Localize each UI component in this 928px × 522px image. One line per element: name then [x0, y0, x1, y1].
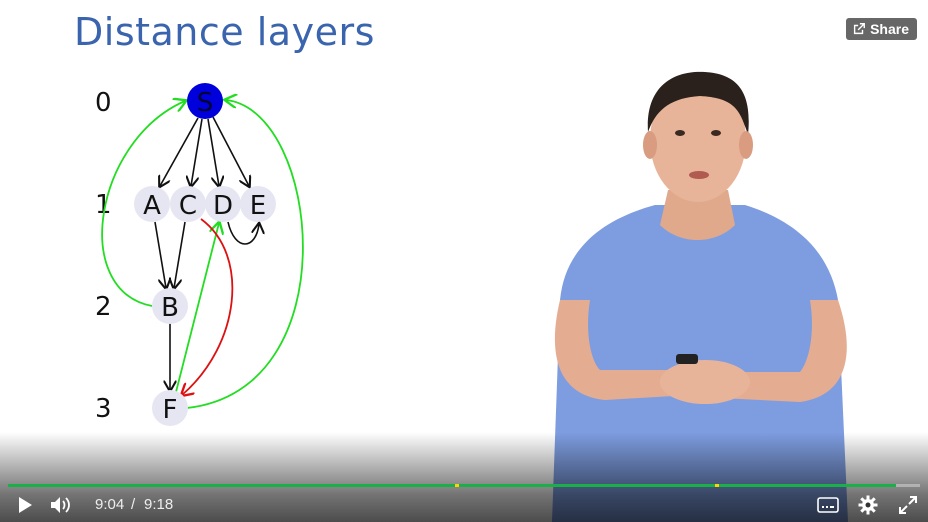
share-button[interactable]: Share: [846, 18, 917, 40]
progress-bar[interactable]: [8, 484, 920, 487]
captions-button[interactable]: [816, 494, 840, 516]
time-separator: /: [131, 496, 136, 513]
volume-button[interactable]: [48, 494, 74, 516]
fullscreen-button[interactable]: [896, 494, 920, 516]
chapter-marker: [714, 484, 719, 487]
current-time: 9:04: [95, 496, 125, 513]
external-share-icon: [854, 23, 866, 35]
progress-played: [8, 484, 897, 487]
play-icon: [19, 497, 32, 513]
video-player[interactable]: Distance layers 0 1 2 3 S A C D E B F Sh…: [0, 0, 928, 522]
controls-overlay: [0, 432, 928, 522]
settings-button[interactable]: [856, 493, 880, 517]
share-label: Share: [870, 21, 909, 37]
play-button[interactable]: [14, 494, 36, 516]
chapter-marker: [454, 484, 459, 487]
fullscreen-icon: [899, 496, 917, 514]
settings-gear-icon: [858, 495, 878, 515]
captions-icon: [817, 497, 839, 513]
duration: 9:18: [144, 496, 174, 513]
volume-icon: [51, 497, 70, 513]
